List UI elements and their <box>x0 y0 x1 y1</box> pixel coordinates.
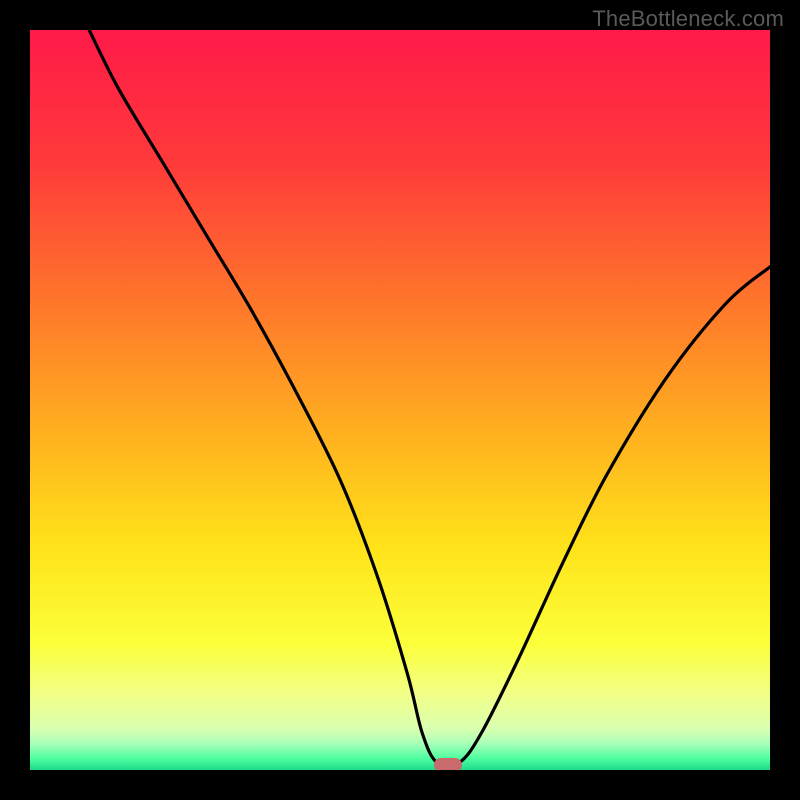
chart-frame: TheBottleneck.com <box>0 0 800 800</box>
plot-area <box>30 30 770 770</box>
bottleneck-curve <box>30 30 770 770</box>
optimum-marker <box>434 758 462 770</box>
watermark-text: TheBottleneck.com <box>592 6 784 32</box>
